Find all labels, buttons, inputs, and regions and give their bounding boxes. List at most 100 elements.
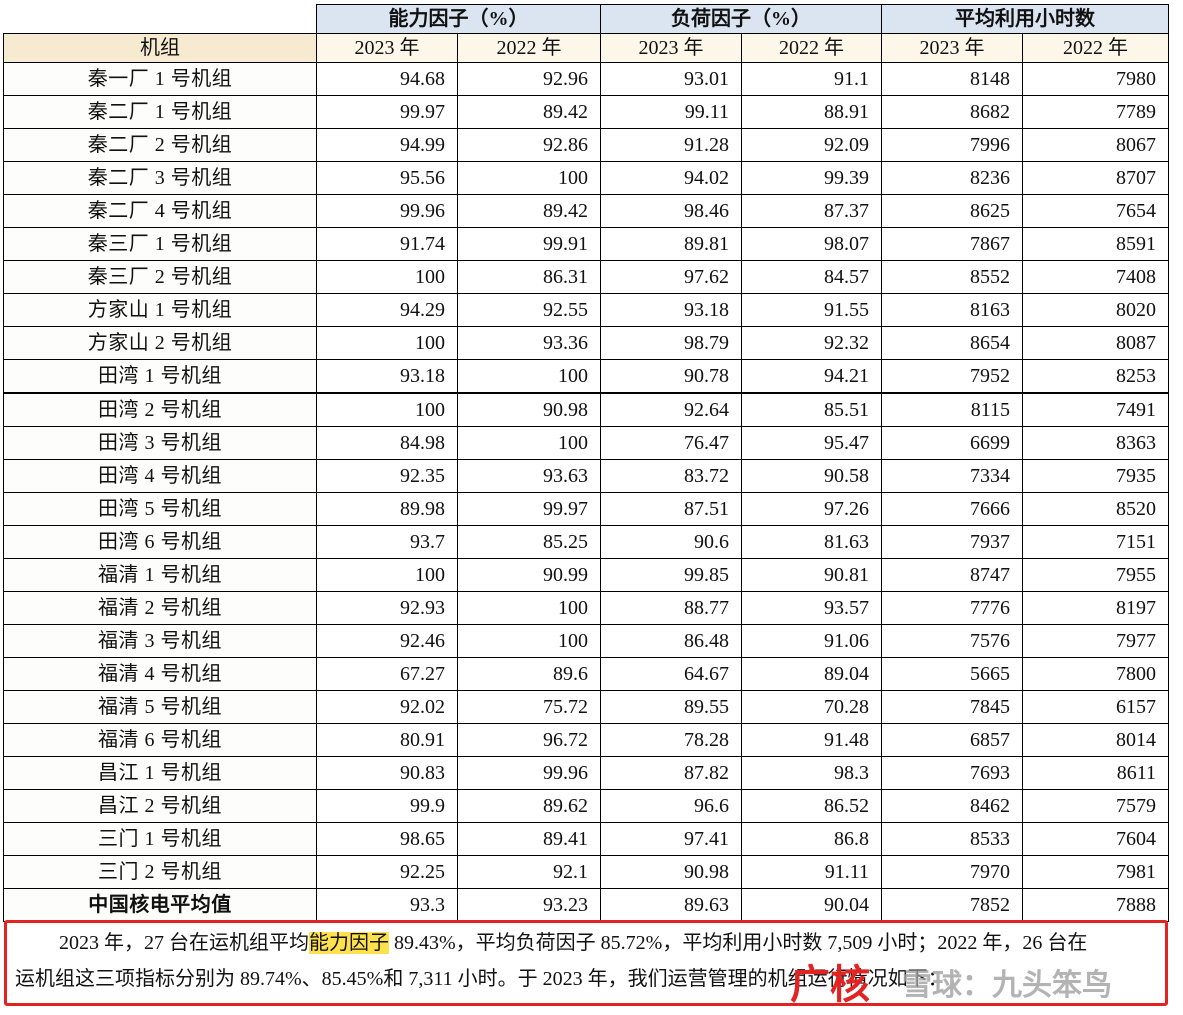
summary-line-1-start: 2023 年，27 台在运机组平均 [59, 932, 309, 954]
unit-name-cell: 昌江 1 号机组 [3, 756, 317, 790]
unit-name-cell: 三门 1 号机组 [3, 822, 317, 856]
value-cell: 97.26 [741, 492, 882, 526]
table-row: 秦二厂 3 号机组 95.56 100 94.02 99.39 8236 8707 [3, 161, 1169, 195]
table-row: 方家山 2 号机组 100 93.36 98.79 92.32 8654 8087 [3, 326, 1169, 360]
unit-name-cell: 方家山 2 号机组 [3, 326, 317, 360]
value-cell: 70.28 [741, 690, 882, 724]
value-cell: 84.98 [316, 426, 458, 460]
value-cell: 98.79 [600, 326, 742, 360]
value-cell: 93.01 [600, 62, 742, 96]
value-cell: 92.86 [457, 128, 601, 162]
value-cell: 6157 [1022, 690, 1169, 724]
table-row: 中国核电平均值 93.3 93.23 89.63 90.04 7852 7888 [3, 888, 1169, 922]
value-cell: 91.11 [741, 855, 882, 889]
table-row: 昌江 1 号机组 90.83 99.96 87.82 98.3 7693 8611 [3, 756, 1169, 790]
value-cell: 8591 [1022, 227, 1169, 261]
table-row: 福清 4 号机组 67.27 89.6 64.67 89.04 5665 7800 [3, 657, 1169, 691]
unit-name-cell: 福清 5 号机组 [3, 690, 317, 724]
value-cell: 86.48 [600, 624, 742, 658]
value-cell: 100 [316, 558, 458, 592]
value-cell: 7800 [1022, 657, 1169, 691]
value-cell: 90.6 [600, 525, 742, 559]
value-cell: 89.42 [457, 95, 601, 129]
value-cell: 81.63 [741, 525, 882, 559]
value-cell: 87.37 [741, 194, 882, 228]
summary-line-1: 2023 年，27 台在运机组平均能力因子 89.43%，平均负荷因子 85.7… [15, 932, 1159, 954]
unit-name-cell: 秦二厂 2 号机组 [3, 128, 317, 162]
value-cell: 7334 [881, 459, 1023, 493]
value-cell: 100 [457, 591, 601, 625]
value-cell: 92.46 [316, 624, 458, 658]
value-cell: 7852 [881, 888, 1023, 922]
value-cell: 86.31 [457, 260, 601, 294]
value-cell: 87.82 [600, 756, 742, 790]
table-row: 福清 1 号机组 100 90.99 99.85 90.81 8747 7955 [3, 558, 1169, 592]
value-cell: 7666 [881, 492, 1023, 526]
value-cell: 8236 [881, 161, 1023, 195]
value-cell: 91.55 [741, 293, 882, 327]
capability-factor-header: 能力因子（%） [316, 4, 601, 34]
value-cell: 7576 [881, 624, 1023, 658]
unit-name-cell: 田湾 1 号机组 [3, 359, 317, 394]
value-cell: 8020 [1022, 293, 1169, 327]
value-cell: 7952 [881, 359, 1023, 394]
value-cell: 90.83 [316, 756, 458, 790]
value-cell: 78.28 [600, 723, 742, 757]
value-cell: 94.68 [316, 62, 458, 96]
value-cell: 8148 [881, 62, 1023, 96]
unit-name-cell: 田湾 5 号机组 [3, 492, 317, 526]
value-cell: 100 [457, 624, 601, 658]
value-cell: 7776 [881, 591, 1023, 625]
value-cell: 8087 [1022, 326, 1169, 360]
value-cell: 90.98 [457, 392, 601, 427]
unit-name-cell: 昌江 2 号机组 [3, 789, 317, 823]
value-cell: 90.78 [600, 359, 742, 394]
value-cell: 7151 [1022, 525, 1169, 559]
value-cell: 89.41 [457, 822, 601, 856]
value-cell: 99.91 [457, 227, 601, 261]
value-cell: 7888 [1022, 888, 1169, 922]
table-row: 田湾 3 号机组 84.98 100 76.47 95.47 6699 8363 [3, 426, 1169, 460]
value-cell: 8625 [881, 194, 1023, 228]
value-cell: 7981 [1022, 855, 1169, 889]
value-cell: 91.06 [741, 624, 882, 658]
table-row: 田湾 1 号机组 93.18 100 90.78 94.21 7952 8253 [3, 359, 1169, 394]
load-factor-header: 负荷因子（%） [600, 4, 882, 34]
value-cell: 93.7 [316, 525, 458, 559]
table-row: 福清 6 号机组 80.91 96.72 78.28 91.48 6857 8014 [3, 723, 1169, 757]
value-cell: 90.98 [600, 855, 742, 889]
value-cell: 90.99 [457, 558, 601, 592]
value-cell: 93.23 [457, 888, 601, 922]
value-cell: 85.25 [457, 525, 601, 559]
unit-name-cell: 三门 2 号机组 [3, 855, 317, 889]
value-cell: 7604 [1022, 822, 1169, 856]
value-cell: 7408 [1022, 260, 1169, 294]
value-cell: 98.46 [600, 194, 742, 228]
year-header: 2023 年 [600, 33, 742, 63]
value-cell: 93.18 [600, 293, 742, 327]
unit-name-cell: 秦三厂 2 号机组 [3, 260, 317, 294]
table-row: 秦三厂 2 号机组 100 86.31 97.62 84.57 8552 7408 [3, 260, 1169, 294]
table-row: 田湾 5 号机组 89.98 99.97 87.51 97.26 7666 8520 [3, 492, 1169, 526]
highlighted-term: 能力因子 [309, 932, 389, 954]
value-cell: 100 [316, 260, 458, 294]
value-cell: 89.63 [600, 888, 742, 922]
value-cell: 88.91 [741, 95, 882, 129]
table-body: 秦一厂 1 号机组 94.68 92.96 93.01 91.1 8148 7980 秦二厂 … [3, 62, 1169, 922]
value-cell: 8611 [1022, 756, 1169, 790]
watermark-grey-text: 雪球：九头笨鸟 [902, 968, 1112, 1003]
value-cell: 8462 [881, 789, 1023, 823]
value-cell: 67.27 [316, 657, 458, 691]
year-header: 2022 年 [1022, 33, 1169, 63]
value-cell: 7693 [881, 756, 1023, 790]
value-cell: 92.55 [457, 293, 601, 327]
value-cell: 8197 [1022, 591, 1169, 625]
value-cell: 100 [457, 359, 601, 394]
value-cell: 90.04 [741, 888, 882, 922]
year-header: 2022 年 [741, 33, 882, 63]
value-cell: 99.97 [316, 95, 458, 129]
value-cell: 91.1 [741, 62, 882, 96]
summary-line-1-end: 89.43%，平均负荷因子 85.72%，平均利用小时数 7,509 小时；20… [389, 932, 1088, 954]
value-cell: 85.51 [741, 392, 882, 427]
year-header: 2023 年 [881, 33, 1023, 63]
